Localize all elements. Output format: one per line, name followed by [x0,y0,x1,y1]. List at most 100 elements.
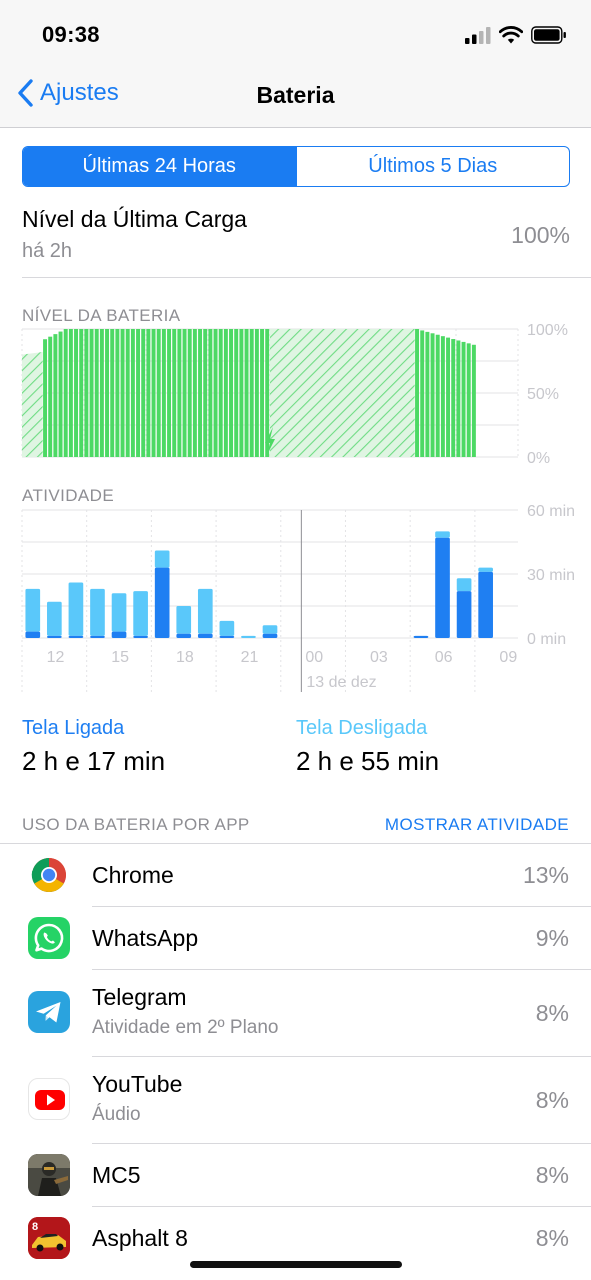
segment-last-24-hours[interactable]: Últimas 24 Horas [23,147,296,186]
activity-bar-screen-on [219,635,235,638]
app-subtitle: Atividade em 2º Plano [92,1017,279,1038]
battery-bar [234,329,239,457]
whatsapp-icon [28,917,70,959]
telegram-icon [28,991,70,1033]
segment-last-5-days[interactable]: Últimos 5 Dias [295,147,570,186]
activity-bar-screen-on [68,635,84,638]
activity-bar-screen-off [68,582,84,636]
app-row-chrome[interactable]: Chrome 13% [0,844,591,906]
activity-bar-screen-on [478,571,493,638]
battery-bar [167,329,172,457]
y-tick-label: 50% [527,386,559,403]
battery-bar [244,329,249,457]
usage-section-header: USO DA BATERIA POR APP [22,815,250,834]
battery-icon [531,26,566,44]
battery-charging-area [22,352,43,457]
battery-bar [420,330,425,457]
activity-bar-screen-on [413,635,429,638]
activity-bar-screen-off [435,531,450,538]
x-tick-label: 06 [435,649,453,666]
divider [22,277,591,278]
activity-bar-screen-off [478,567,493,572]
battery-bar [141,329,146,457]
app-name: Asphalt 8 [92,1225,188,1251]
app-row-youtube[interactable]: YouTube Áudio 8% [0,1057,591,1143]
app-subtitle: Áudio [92,1104,141,1125]
x-tick-label: 18 [176,649,194,666]
battery-bar [99,329,104,457]
battery-bar [105,329,110,457]
app-percentage: 8% [535,1000,569,1026]
activity-bar-screen-off [219,620,235,636]
battery-bar [43,339,48,457]
battery-bar [161,329,166,457]
y-tick-label: 30 min [527,567,575,584]
y-tick-label: 100% [527,324,568,339]
home-indicator[interactable] [190,1261,402,1268]
battery-bar [213,329,218,457]
battery-bar [94,329,99,457]
battery-bar [74,329,79,457]
battery-bar [187,329,192,457]
activity-bar-screen-off [111,593,127,632]
navigation-bar: Ajustes Bateria [0,66,591,128]
battery-bar [79,329,84,457]
activity-bar-screen-on [111,631,127,638]
activity-bar-screen-on [456,591,472,638]
app-percentage: 13% [522,862,569,888]
activity-bar-screen-off [197,588,213,634]
svg-text:8: 8 [32,1221,38,1233]
screen-off-label: Tela Desligada [296,717,428,739]
app-row-telegram[interactable]: Telegram Atividade em 2º Plano 8% [0,970,591,1056]
y-tick-label: 60 min [527,503,575,520]
battery-bar [440,336,445,457]
activity-bar-screen-on [25,631,41,638]
app-row-mc5[interactable]: MC5 8% [0,1144,591,1206]
battery-bar [177,329,182,457]
activity-bar-screen-on [90,635,105,638]
app-row-whatsapp[interactable]: WhatsApp 9% [0,907,591,969]
battery-bar [229,329,234,457]
activity-bar-screen-on [154,567,170,638]
status-bar: 09:38 [0,0,591,66]
activity-bar-screen-on [176,633,192,638]
battery-bar [172,329,177,457]
battery-bar [115,329,120,457]
x-tick-label: 15 [111,649,129,666]
battery-bar [110,329,115,457]
show-activity-button[interactable]: MOSTRAR ATIVIDADE [385,815,569,835]
activity-bar-screen-off [154,550,170,568]
activity-bar-screen-off [47,601,62,636]
y-tick-label: 0 min [527,631,566,648]
battery-bar [53,334,58,457]
battery-bar [254,329,259,457]
battery-bar [192,329,197,457]
app-row-asphalt-8[interactable]: 8 Asphalt 8 8% [0,1207,591,1269]
battery-charging-area [270,329,415,457]
screen-on-label: Tela Ligada [22,717,125,739]
activity-bar-screen-on [262,633,278,638]
last-charge-title: Nível da Última Carga [22,206,247,232]
app-name: Chrome [92,862,174,888]
battery-bar [451,339,456,457]
battery-bar [260,329,265,457]
battery-bar [471,344,476,457]
last-charge-value: 100% [511,222,570,248]
activity-bar-screen-on [133,635,148,638]
activity-bar-screen-on [435,537,450,638]
battery-bar [84,329,89,457]
battery-bar [435,334,440,457]
app-percentage: 9% [535,925,569,951]
y-tick-label: 0% [527,450,550,464]
status-time: 09:38 [42,22,100,47]
battery-bar [58,331,63,457]
x-tick-label: 12 [47,649,65,666]
battery-bar [461,341,466,457]
battery-bar [130,329,135,457]
battery-bar [156,329,161,457]
app-percentage: 8% [535,1225,569,1251]
battery-bar [146,329,151,457]
screen-on-value: 2 h e 17 min [22,746,166,776]
app-name: MC5 [92,1162,141,1188]
app-name: YouTube [92,1071,183,1097]
